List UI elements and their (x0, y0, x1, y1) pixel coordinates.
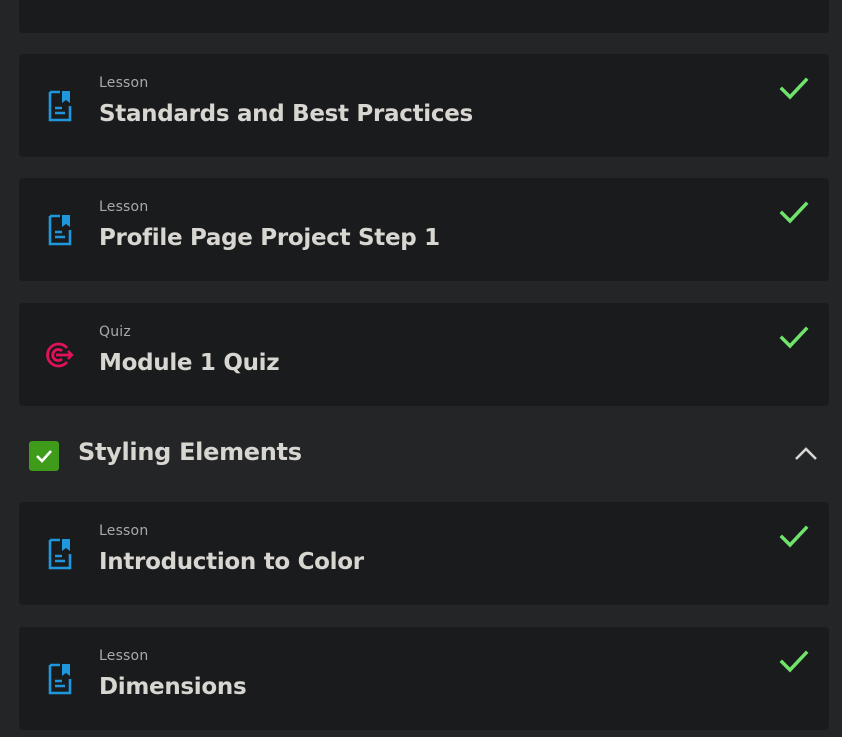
item-type-label: Lesson (99, 75, 149, 91)
target-icon (41, 338, 77, 372)
lesson-item-dimensions[interactable]: Lesson Dimensions (19, 627, 829, 730)
document-icon (46, 213, 74, 247)
item-type-label: Quiz (99, 324, 131, 340)
item-title: Profile Page Project Step 1 (99, 225, 440, 251)
lesson-item-profile-page[interactable]: Lesson Profile Page Project Step 1 (19, 178, 829, 281)
previous-item-card[interactable] (19, 0, 829, 33)
item-title: Standards and Best Practices (99, 101, 473, 127)
item-title: Dimensions (99, 674, 247, 700)
section-title: Styling Elements (78, 438, 302, 466)
item-type-label: Lesson (99, 648, 149, 664)
item-title: Module 1 Quiz (99, 350, 280, 376)
completed-check-icon (779, 200, 809, 226)
section-header-styling-elements[interactable]: Styling Elements (19, 428, 829, 482)
lesson-item-standards[interactable]: Lesson Standards and Best Practices (19, 54, 829, 157)
completed-check-icon (779, 76, 809, 102)
completed-check-icon (779, 649, 809, 675)
item-title: Introduction to Color (99, 549, 364, 575)
item-type-label: Lesson (99, 199, 149, 215)
completed-check-icon (779, 325, 809, 351)
document-icon (46, 537, 74, 571)
chevron-up-icon[interactable] (793, 442, 819, 466)
item-type-label: Lesson (99, 523, 149, 539)
lesson-item-introduction-to-color[interactable]: Lesson Introduction to Color (19, 502, 829, 605)
document-icon (46, 89, 74, 123)
document-icon (46, 662, 74, 696)
section-completed-checkbox (29, 441, 59, 471)
quiz-item-module-1[interactable]: Quiz Module 1 Quiz (19, 303, 829, 406)
completed-check-icon (779, 524, 809, 550)
